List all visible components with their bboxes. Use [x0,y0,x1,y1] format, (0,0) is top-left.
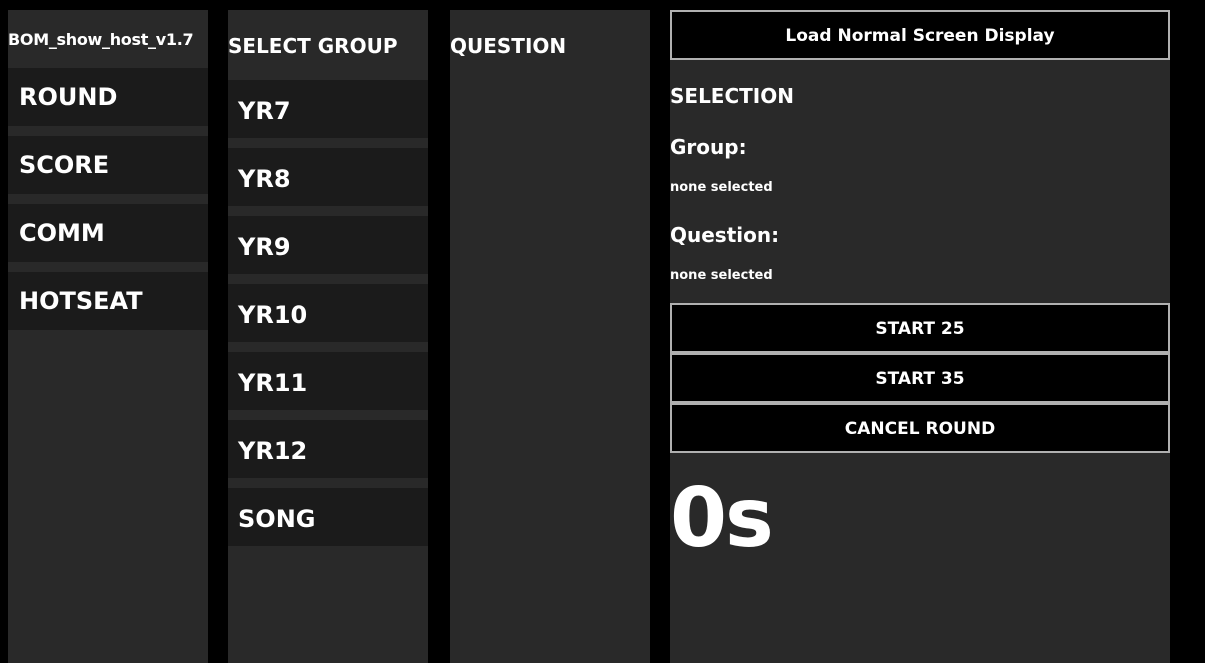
load-normal-display-button[interactable]: Load Normal Screen Display [670,10,1170,60]
question-value: none selected [670,268,773,283]
group-item-yr10[interactable]: YR10 [228,284,428,342]
nav-item-round[interactable]: ROUND [8,68,208,126]
group-panel-heading: SELECT GROUP [228,34,398,58]
selection-heading: SELECTION [670,84,794,108]
group-item-yr12[interactable]: YR12 [228,420,428,478]
group-value: none selected [670,180,773,195]
group-label: Group: [670,135,747,159]
app-title: BOM_show_host_v1.7 [8,30,194,49]
round-controls: START 25 START 35 CANCEL ROUND [670,303,1170,453]
start-35-button[interactable]: START 35 [670,353,1170,403]
start-25-button[interactable]: START 25 [670,303,1170,353]
question-label: Question: [670,223,780,247]
group-item-yr8[interactable]: YR8 [228,148,428,206]
group-item-yr7[interactable]: YR7 [228,80,428,138]
nav-panel: BOM_show_host_v1.7 ROUND SCORE COMM HOTS… [8,10,208,663]
nav-item-comm[interactable]: COMM [8,204,208,262]
group-panel: SELECT GROUP YR7 YR8 YR9 YR10 YR11 YR12 … [228,10,428,663]
cancel-round-button[interactable]: CANCEL ROUND [670,403,1170,453]
control-panel: Load Normal Screen Display SELECTION Gro… [670,10,1170,663]
group-item-song[interactable]: SONG [228,488,428,546]
nav-item-score[interactable]: SCORE [8,136,208,194]
question-panel-heading: QUESTION [450,34,567,58]
nav-item-hotseat[interactable]: HOTSEAT [8,272,208,330]
group-item-yr9[interactable]: YR9 [228,216,428,274]
timer-display: 0s [670,471,774,566]
group-item-yr11[interactable]: YR11 [228,352,428,410]
question-panel: QUESTION [450,10,650,663]
